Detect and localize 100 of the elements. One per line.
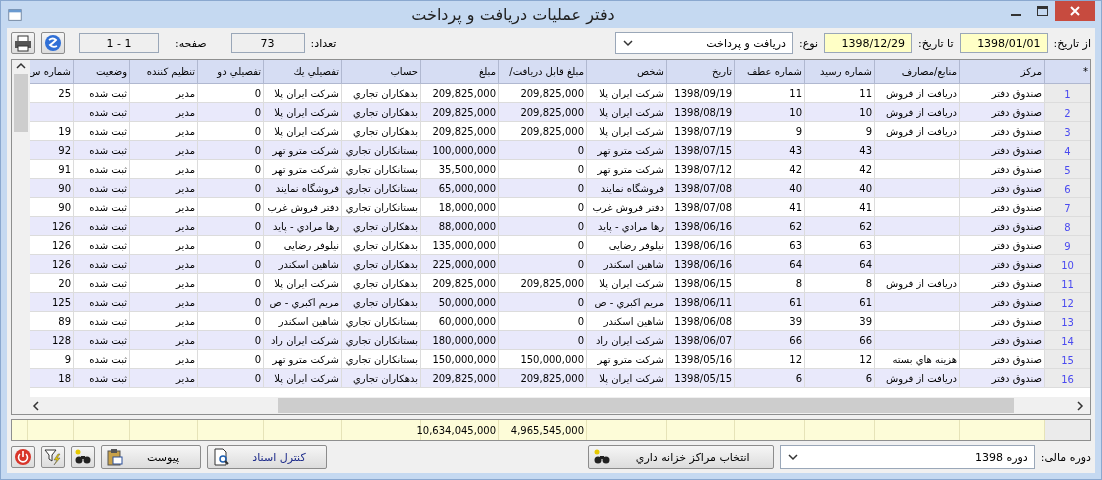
column-header[interactable]: منابع/مصارف <box>874 60 959 84</box>
fiscal-period-dropdown[interactable]: دوره 1398 <box>779 445 1035 469</box>
table-cell: صندوق دفتر <box>959 103 1044 122</box>
table-cell: 1398/06/11 <box>666 293 734 312</box>
filter-icon <box>44 448 62 466</box>
power-button[interactable] <box>11 446 35 468</box>
column-header[interactable]: شخص <box>586 60 666 84</box>
select-centers-button[interactable]: انتخاب مراکز خزانه داري <box>587 445 774 469</box>
to-date-field[interactable]: 1398/12/29 <box>824 33 912 53</box>
table-cell: دریافت از فروش <box>874 369 959 388</box>
scroll-right-icon[interactable] <box>1074 399 1086 412</box>
table-cell: 43 <box>804 141 874 160</box>
row-number[interactable]: 8 <box>1044 217 1090 236</box>
help-button[interactable] <box>41 32 65 54</box>
table-cell: 61 <box>734 293 804 312</box>
table-cell: شرکت ایران پلا <box>263 369 341 388</box>
table-cell: صندوق دفتر <box>959 293 1044 312</box>
column-header[interactable]: تاریخ <box>666 60 734 84</box>
table-cell: 0 <box>197 141 263 160</box>
table-cell: 1398/08/19 <box>666 103 734 122</box>
table-cell: صندوق دفتر <box>959 255 1044 274</box>
table-cell: 64 <box>804 255 874 274</box>
row-number[interactable]: 4 <box>1044 141 1090 160</box>
table-cell: 0 <box>498 141 586 160</box>
table-cell: 0 <box>197 255 263 274</box>
column-header[interactable]: مبلغ <box>420 60 498 84</box>
row-number[interactable]: 10 <box>1044 255 1090 274</box>
binoculars-icon <box>74 448 92 466</box>
scroll-left-icon[interactable] <box>30 399 42 412</box>
row-number[interactable]: 14 <box>1044 331 1090 350</box>
column-header[interactable]: شماره عطف <box>734 60 804 84</box>
table-cell: 0 <box>498 331 586 350</box>
table-cell: 209,825,000 <box>420 103 498 122</box>
row-number[interactable]: 3 <box>1044 122 1090 141</box>
table-cell: مدیر <box>129 141 197 160</box>
close-button[interactable] <box>1055 1 1095 21</box>
horizontal-scrollbar[interactable] <box>12 397 1090 414</box>
table-cell: 126 <box>30 217 73 236</box>
table-cell: 0 <box>197 103 263 122</box>
table-cell: شرکت ایران پلا <box>586 369 666 388</box>
app-icon <box>7 6 23 23</box>
table-cell: رها مرادي - پاید <box>586 217 666 236</box>
column-header[interactable]: * <box>1044 60 1090 84</box>
printer-icon <box>14 34 32 52</box>
table-cell: 62 <box>804 217 874 236</box>
clipboard-icon <box>106 448 124 466</box>
search-button[interactable] <box>71 446 95 468</box>
table-cell: شرکت ایران پلا <box>586 103 666 122</box>
table-cell: مدیر <box>129 293 197 312</box>
row-number[interactable]: 15 <box>1044 350 1090 369</box>
column-header[interactable]: تنظیم کننده <box>129 60 197 84</box>
from-date-field[interactable]: 1398/01/01 <box>959 33 1048 53</box>
attachment-button[interactable]: پیوست <box>101 445 201 469</box>
column-header[interactable]: مبلغ قابل دریافت/ <box>498 60 586 84</box>
document-search-icon <box>212 448 230 466</box>
table-cell: 0 <box>498 293 586 312</box>
table-cell: 126 <box>30 255 73 274</box>
row-number[interactable]: 11 <box>1044 274 1090 293</box>
table-cell: 0 <box>197 179 263 198</box>
from-date-label: از تاریخ: <box>1053 36 1091 50</box>
table-cell: 92 <box>30 141 73 160</box>
table-cell: ثبت شده <box>73 255 129 274</box>
table-cell: 0 <box>197 369 263 388</box>
row-number[interactable]: 1 <box>1044 84 1090 103</box>
documents-control-button[interactable]: کنترل اسناد <box>207 445 327 469</box>
total-cell: 4,965,545,000 <box>498 420 586 440</box>
table-cell: 40 <box>734 179 804 198</box>
table-cell: 66 <box>734 331 804 350</box>
table-cell: 0 <box>498 179 586 198</box>
row-number[interactable]: 12 <box>1044 293 1090 312</box>
column-header[interactable]: تفصیلي دو <box>197 60 263 84</box>
vertical-scrollbar[interactable] <box>12 60 30 397</box>
column-header[interactable]: تفصیلي يك <box>263 60 341 84</box>
row-number[interactable]: 5 <box>1044 160 1090 179</box>
table-cell: ثبت شده <box>73 179 129 198</box>
scroll-thumb[interactable] <box>14 74 28 132</box>
column-header[interactable]: مرکز <box>959 60 1044 84</box>
row-number[interactable]: 16 <box>1044 369 1090 388</box>
row-number[interactable]: 13 <box>1044 312 1090 331</box>
filter-button[interactable] <box>41 446 65 468</box>
table-cell: 1398/07/15 <box>666 141 734 160</box>
page-label: صفحه: <box>175 36 207 50</box>
table-cell: 1398/06/07 <box>666 331 734 350</box>
row-number[interactable]: 7 <box>1044 198 1090 217</box>
table-cell: مدیر <box>129 331 197 350</box>
table-cell: 125 <box>30 293 73 312</box>
row-number[interactable]: 6 <box>1044 179 1090 198</box>
row-number[interactable]: 2 <box>1044 103 1090 122</box>
table-cell: شرکت مترو تهر <box>586 141 666 160</box>
type-dropdown[interactable]: دریافت و پرداخت <box>615 32 793 54</box>
column-header[interactable]: حساب <box>341 60 420 84</box>
table-cell: 209,825,000 <box>420 369 498 388</box>
column-header[interactable]: شماره رسید <box>804 60 874 84</box>
table-cell: بدهکاران تجاري <box>341 293 420 312</box>
table-cell: مریم اکبري - ص <box>263 293 341 312</box>
table-cell: 0 <box>498 217 586 236</box>
print-button[interactable] <box>11 32 35 54</box>
column-header[interactable]: وضعیت <box>73 60 129 84</box>
table-cell: ثبت شده <box>73 103 129 122</box>
row-number[interactable]: 9 <box>1044 236 1090 255</box>
